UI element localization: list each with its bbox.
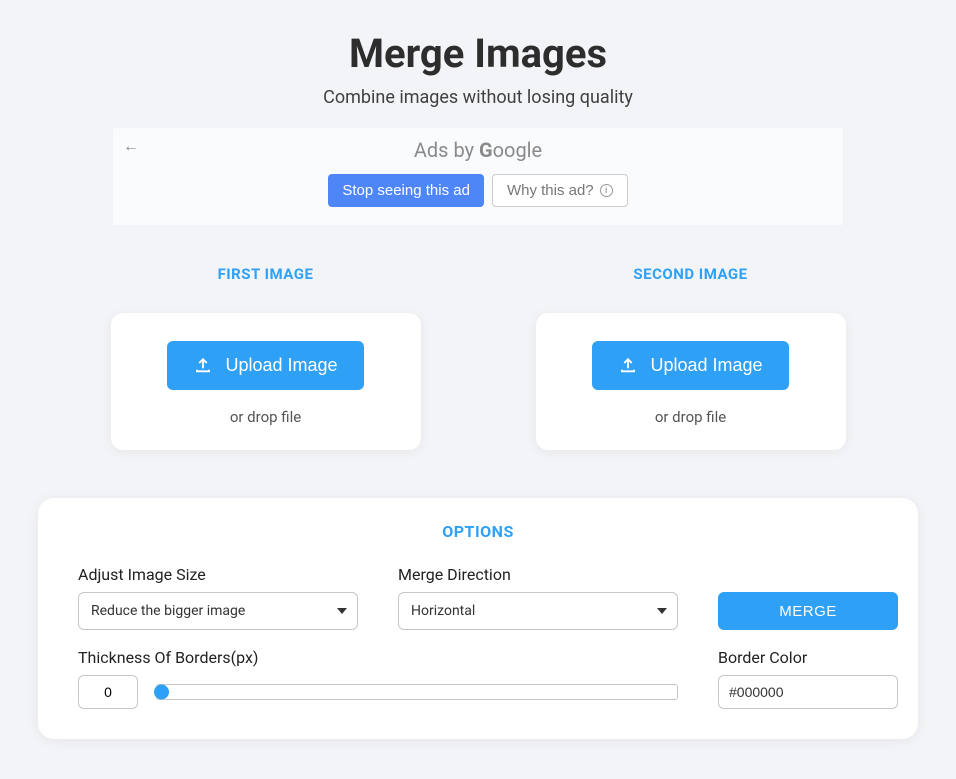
slider-thumb[interactable]	[154, 685, 169, 700]
first-image-label: FIRST IMAGE	[111, 265, 421, 283]
thickness-input[interactable]	[78, 675, 138, 709]
thickness-label: Thickness Of Borders(px)	[78, 648, 678, 667]
merge-direction-field: Merge Direction Horizontal	[398, 565, 678, 630]
first-drop-text: or drop file	[131, 408, 401, 426]
merge-direction-value: Horizontal	[411, 603, 475, 619]
why-this-ad-label: Why this ad?	[507, 182, 594, 199]
thickness-controls	[78, 675, 678, 709]
stop-seeing-ad-button[interactable]: Stop seeing this ad	[328, 174, 484, 207]
upload-first-image-button[interactable]: Upload Image	[167, 341, 363, 390]
chevron-down-icon	[337, 608, 347, 614]
adjust-size-label: Adjust Image Size	[78, 565, 358, 584]
upload-second-image-label: Upload Image	[650, 355, 762, 376]
border-color-field: Border Color	[718, 648, 898, 709]
second-image-label: SECOND IMAGE	[536, 265, 846, 283]
ad-back-icon[interactable]: ←	[123, 136, 139, 156]
border-color-input[interactable]	[729, 684, 910, 700]
chevron-down-icon	[657, 608, 667, 614]
upload-icon	[193, 357, 213, 375]
first-image-column: FIRST IMAGE Upload Image or drop file	[111, 265, 421, 450]
options-title: OPTIONS	[78, 522, 878, 541]
adjust-size-select[interactable]: Reduce the bigger image	[78, 592, 358, 630]
options-grid: Adjust Image Size Reduce the bigger imag…	[78, 565, 878, 709]
border-color-label: Border Color	[718, 648, 898, 667]
info-icon: i	[600, 184, 613, 197]
ads-by-prefix: Ads by	[414, 138, 479, 162]
google-logo-text: G	[479, 138, 493, 162]
adjust-size-field: Adjust Image Size Reduce the bigger imag…	[78, 565, 358, 630]
merge-direction-label: Merge Direction	[398, 565, 678, 584]
merge-button[interactable]: MERGE	[718, 592, 898, 630]
adjust-size-value: Reduce the bigger image	[91, 603, 245, 619]
page-subtitle: Combine images without losing quality	[0, 87, 956, 108]
google-rest: oogle	[493, 138, 543, 162]
thickness-slider[interactable]	[156, 684, 678, 700]
upload-icon	[618, 357, 638, 375]
page-title: Merge Images	[0, 30, 956, 77]
merge-direction-select[interactable]: Horizontal	[398, 592, 678, 630]
options-card: OPTIONS Adjust Image Size Reduce the big…	[38, 498, 918, 739]
second-image-column: SECOND IMAGE Upload Image or drop file	[536, 265, 846, 450]
ad-buttons-row: Stop seeing this ad Why this ad? i	[113, 174, 843, 207]
thickness-field: Thickness Of Borders(px)	[78, 648, 678, 709]
why-this-ad-button[interactable]: Why this ad? i	[492, 174, 628, 207]
upload-first-image-label: Upload Image	[225, 355, 337, 376]
upload-second-image-button[interactable]: Upload Image	[592, 341, 788, 390]
first-image-card[interactable]: Upload Image or drop file	[111, 313, 421, 450]
ads-by-label: Ads by Google	[113, 138, 843, 162]
merge-button-wrap: MERGE	[718, 566, 898, 630]
border-color-input-wrap[interactable]	[718, 675, 898, 709]
uploads-row: FIRST IMAGE Upload Image or drop file SE…	[0, 265, 956, 450]
ad-container: ← Ads by Google Stop seeing this ad Why …	[113, 128, 843, 225]
second-image-card[interactable]: Upload Image or drop file	[536, 313, 846, 450]
second-drop-text: or drop file	[556, 408, 826, 426]
